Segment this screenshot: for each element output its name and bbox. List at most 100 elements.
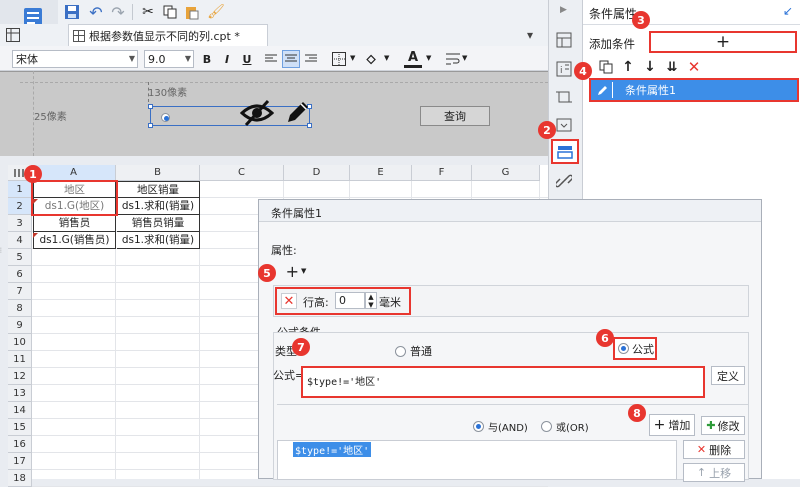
copy-icon[interactable]	[160, 2, 180, 22]
row-header[interactable]: 4	[8, 232, 32, 249]
row-header[interactable]: 17	[8, 453, 32, 470]
collapse-arrow-icon[interactable]: ▶	[560, 5, 567, 15]
column-header[interactable]: E	[350, 165, 412, 181]
step-badge-3: 3	[632, 11, 650, 29]
row-header[interactable]: 1	[8, 181, 32, 198]
row-height-input[interactable]: 0	[335, 292, 365, 309]
delete-icon[interactable]: ✕	[685, 58, 703, 76]
tab-menu-icon[interactable]: ▾	[527, 28, 533, 42]
move-up-icon[interactable]: ↑	[619, 58, 637, 76]
row-header[interactable]: 3	[8, 215, 32, 232]
chevron-down-icon[interactable]: ▼	[350, 54, 355, 62]
redo-icon[interactable]: ↷	[108, 2, 128, 22]
hyperlink-icon[interactable]	[553, 170, 575, 192]
grid-view-icon[interactable]	[4, 26, 22, 44]
splitter-handle[interactable]: ⋮	[0, 247, 10, 254]
column-header[interactable]: D	[284, 165, 350, 181]
row-header[interactable]: 12	[8, 368, 32, 385]
italic-button[interactable]: I	[218, 50, 236, 68]
define-button[interactable]: 定义	[711, 366, 745, 385]
resize-handle[interactable]	[148, 123, 153, 128]
dialog-titlebar[interactable]	[259, 200, 761, 222]
row-header[interactable]: 13	[8, 385, 32, 402]
row-header[interactable]: 11	[8, 351, 32, 368]
chevron-down-icon[interactable]: ▼	[426, 54, 431, 62]
add-condition-button[interactable]: +	[649, 31, 797, 53]
grid-cell[interactable]: 销售员销量	[117, 215, 200, 232]
paste-icon[interactable]	[182, 2, 202, 22]
bold-button[interactable]: B	[198, 50, 216, 68]
save-icon[interactable]	[62, 2, 82, 22]
stepper-down-icon[interactable]: ▼	[368, 301, 373, 309]
row-height-stepper[interactable]: ▲ ▼	[365, 292, 377, 309]
formula-input[interactable]: $type!='地区'	[301, 366, 705, 398]
grid-cell[interactable]: ds1.G(销售员)	[33, 232, 116, 249]
border-icon[interactable]	[330, 50, 348, 68]
condition-list-entry[interactable]: $type!='地区'	[293, 442, 372, 457]
radio-formula[interactable]: 公式	[613, 337, 657, 360]
widget-settings-icon[interactable]	[553, 114, 575, 136]
column-header[interactable]: G	[472, 165, 540, 181]
grid-cell[interactable]: 地区销量	[117, 181, 200, 198]
resize-handle[interactable]	[148, 104, 153, 109]
file-tab[interactable]: 根据参数值显示不同的列.cpt *	[68, 24, 268, 46]
column-header[interactable]: F	[412, 165, 472, 181]
modify-icon: ✚	[706, 419, 716, 432]
column-header[interactable]: B	[116, 165, 200, 181]
radio-and[interactable]: 与(AND)	[473, 419, 528, 434]
collapse-panel-icon[interactable]: ↙	[783, 4, 793, 18]
radio-circle[interactable]	[541, 421, 552, 432]
copy-icon[interactable]	[597, 58, 615, 76]
move-up-button[interactable]: ↑ 上移	[683, 463, 745, 482]
align-right-icon[interactable]	[302, 50, 320, 68]
undo-icon[interactable]: ↶	[86, 2, 106, 22]
align-center-icon[interactable]	[282, 50, 300, 68]
fill-color-icon[interactable]: ⬦	[362, 50, 380, 68]
move-bottom-icon[interactable]: ⇊	[663, 58, 681, 76]
column-header[interactable]: A	[32, 165, 116, 181]
row-header[interactable]: 14	[8, 402, 32, 419]
chevron-down-icon[interactable]: ▼	[384, 54, 389, 62]
row-header[interactable]: 5	[8, 249, 32, 266]
row-header[interactable]: 7	[8, 283, 32, 300]
condition-attribute-icon[interactable]	[551, 139, 579, 164]
grid-cell[interactable]: 销售员	[33, 215, 116, 232]
cell-element-icon[interactable]	[553, 29, 575, 51]
font-color-icon[interactable]: A	[404, 50, 422, 68]
wrap-text-icon[interactable]	[444, 50, 462, 68]
grid-cell[interactable]: ds1.求和(销量)	[117, 232, 200, 249]
row-header[interactable]: 15	[8, 419, 32, 436]
cell-border-icon[interactable]	[553, 86, 575, 108]
radio-normal[interactable]: 普通	[395, 343, 432, 359]
row-header[interactable]: 9	[8, 317, 32, 334]
underline-button[interactable]: U	[238, 50, 256, 68]
column-header[interactable]: C	[200, 165, 284, 181]
align-left-icon[interactable]	[262, 50, 280, 68]
radio-circle[interactable]	[618, 343, 629, 354]
radio-circle[interactable]	[473, 421, 484, 432]
font-size-select[interactable]: 9.0 ▼	[144, 50, 194, 68]
radio-circle[interactable]	[395, 345, 406, 357]
row-header[interactable]: 16	[8, 436, 32, 453]
row-header[interactable]: 2	[8, 198, 32, 215]
condition-list-item[interactable]: 条件属性1	[589, 78, 799, 102]
cell-attribute-icon[interactable]: i	[553, 58, 575, 80]
cut-icon[interactable]: ✂	[138, 2, 158, 22]
font-family-select[interactable]: 宋体 ▼	[12, 50, 138, 68]
move-down-icon[interactable]: ↓	[641, 58, 659, 76]
row-header[interactable]: 6	[8, 266, 32, 283]
row-header[interactable]: 8	[8, 300, 32, 317]
row-header[interactable]: 10	[8, 334, 32, 351]
remove-attribute-icon[interactable]: ✕	[281, 293, 297, 309]
delete-button[interactable]: ✕ 删除	[683, 440, 745, 459]
grid-cell[interactable]: ds1.求和(销量)	[117, 198, 200, 215]
radio-or[interactable]: 或(OR)	[541, 419, 589, 434]
chevron-down-icon[interactable]: ▼	[462, 54, 467, 62]
format-painter-icon[interactable]: 🖌	[206, 2, 226, 22]
stepper-up-icon[interactable]: ▲	[368, 293, 373, 301]
modify-button[interactable]: ✚ 修改	[701, 416, 745, 435]
add-attribute-button[interactable]: + ▼	[283, 262, 309, 281]
add-button[interactable]: + 增加	[649, 414, 695, 436]
modify-button-label: 修改	[717, 419, 740, 433]
query-button[interactable]: 查询	[420, 106, 490, 126]
